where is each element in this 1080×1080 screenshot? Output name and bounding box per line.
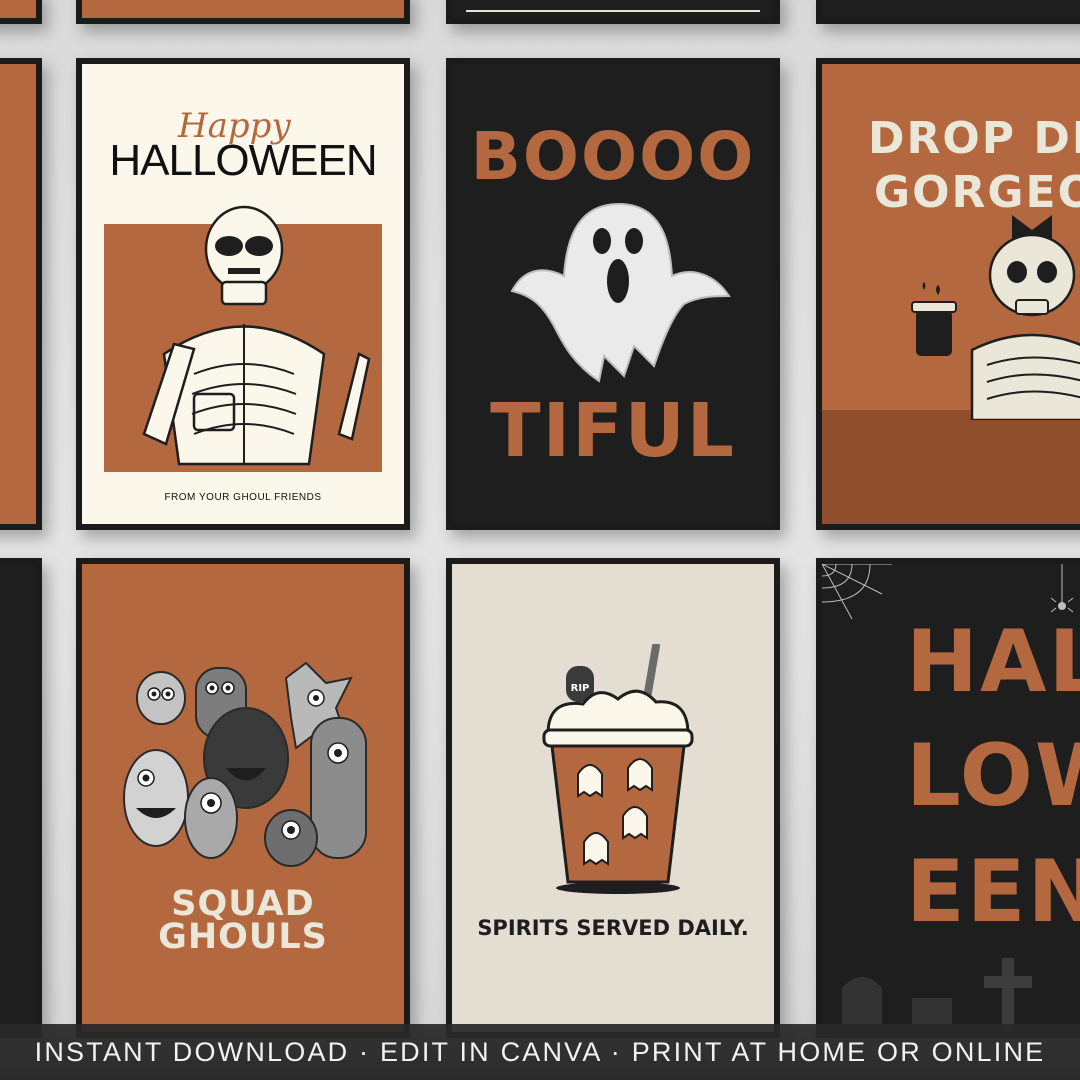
skeleton-coffee-icon <box>142 205 371 466</box>
ghost-icon <box>510 202 731 383</box>
poster-drop-dead-line2: GORGEOUS <box>874 167 1080 218</box>
poster-hal-low-een-line1: HAL <box>906 612 1080 712</box>
poster-hal-low-een-line2: LOW <box>906 726 1080 826</box>
poster-boootiful-line2: TIFUL <box>490 388 736 474</box>
frame-top-3-partial <box>816 0 1080 24</box>
skeleton-bow-icon <box>911 215 1080 420</box>
poster-spirits-title: SPIRITS SERVED DAILY. <box>477 916 749 940</box>
ghost-latte-icon: RIP <box>542 644 694 894</box>
poster-boootiful-line1: BOOOO <box>470 118 756 195</box>
frame-top-left-partial <box>0 0 42 24</box>
frame-left-row1-partial <box>0 58 42 530</box>
poster-footer: FROM YOUR GHOUL FRIENDS <box>164 492 322 503</box>
poster-happy-halloween: Happy HALLOWEEN FROM YOUR GHOUL FRIENDS <box>76 58 410 530</box>
poster-title-halloween: HALLOWEEN <box>109 136 377 185</box>
promo-banner: INSTANT DOWNLOAD · EDIT IN CANVA · PRINT… <box>0 1024 1080 1080</box>
monsters-group-icon <box>123 661 367 867</box>
poster-spirits-served-daily: RIP SPIRITS SERVED DAILY. <box>446 558 780 1038</box>
graveyard-icon <box>842 958 1032 1028</box>
frame-top-2-partial <box>446 0 780 24</box>
frame-left-row2-partial <box>0 558 42 1038</box>
promo-banner-text: INSTANT DOWNLOAD · EDIT IN CANVA · PRINT… <box>34 1036 1046 1067</box>
ghost-latte-rip: RIP <box>571 683 590 694</box>
poster-hal-low-een-line3: EEN <box>906 842 1080 942</box>
poster-table <box>822 410 1080 524</box>
poster-squad-ghouls: SQUAD GHOULS <box>76 558 410 1038</box>
poster-boootiful: BOOOO TIFUL <box>446 58 780 530</box>
poster-squad-ghouls-title: SQUAD GHOULS <box>158 884 328 958</box>
frame-top-1-partial <box>76 0 410 24</box>
poster-hal-low-een: HAL LOW EEN <box>816 558 1080 1038</box>
poster-drop-dead-gorgeous: DROP DEAD GORGEOUS <box>816 58 1080 530</box>
poster-drop-dead-line1: DROP DEAD <box>868 113 1080 164</box>
